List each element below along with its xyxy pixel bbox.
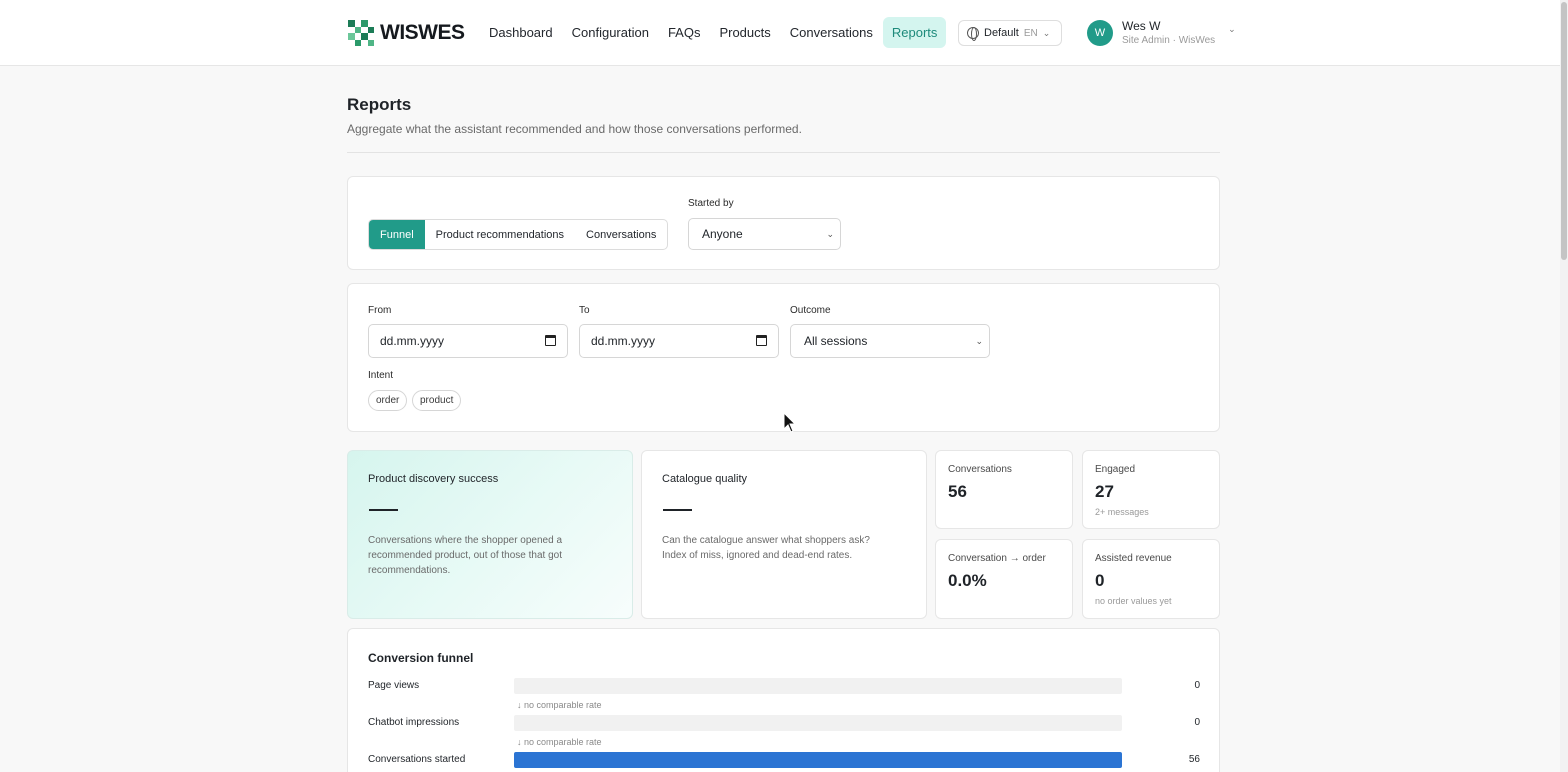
language-code: EN xyxy=(1023,27,1038,39)
kpi-discovery-value xyxy=(369,509,398,511)
language-selector[interactable]: Default EN ⌄ xyxy=(958,20,1062,46)
main-nav: Dashboard Configuration FAQs Products Co… xyxy=(480,17,947,48)
funnel-row-label: Page views xyxy=(368,680,420,691)
outcome-select[interactable]: All sessions ⌄ xyxy=(790,324,990,358)
scrollbar-thumb[interactable] xyxy=(1561,2,1567,260)
language-label: Default xyxy=(984,27,1019,39)
user-menu[interactable]: W Wes W Site Admin · WisWes ⌄ xyxy=(1087,19,1236,46)
divider xyxy=(347,152,1220,153)
tab-product-recommendations[interactable]: Product recommendations xyxy=(425,220,575,249)
kpi-catalogue-card: Catalogue quality Can the catalogue answ… xyxy=(641,450,927,619)
stat-label: Assisted revenue xyxy=(1095,553,1172,564)
kpi-discovery-description: Conversations where the shopper opened a… xyxy=(368,535,563,576)
chevron-down-icon: ⌄ xyxy=(975,336,983,346)
from-date-placeholder: dd.mm.yyyy xyxy=(380,334,445,348)
kpi-discovery-title: Product discovery success xyxy=(368,473,499,485)
stat-value: 0.0% xyxy=(948,571,987,590)
report-type-tabs: Funnel Product recommendations Conversat… xyxy=(368,219,669,250)
funnel-bar-track xyxy=(514,678,1122,694)
started-by-select[interactable]: Anyone ⌄ xyxy=(688,218,841,250)
logo-mark-icon xyxy=(348,20,374,46)
calendar-icon[interactable] xyxy=(545,335,556,346)
to-label: To xyxy=(579,305,590,316)
nav-dashboard[interactable]: Dashboard xyxy=(480,17,562,48)
kpi-catalogue-description: Can the catalogue answer what shoppers a… xyxy=(662,535,870,561)
avatar: W xyxy=(1087,19,1113,46)
stat-conversation-order-card: Conversation → order 0.0% xyxy=(935,539,1073,619)
tab-conversations[interactable]: Conversations xyxy=(575,220,667,249)
stat-label: Conversation → order xyxy=(948,553,1046,564)
funnel-row-count: 0 xyxy=(1194,680,1200,691)
brand-name: WISWES xyxy=(380,21,465,44)
scrollbar[interactable] xyxy=(1560,0,1568,772)
nav-faqs[interactable]: FAQs xyxy=(659,17,710,48)
stat-conversations-card: Conversations 56 xyxy=(935,450,1073,529)
mouse-cursor-icon xyxy=(783,412,797,433)
nav-conversations[interactable]: Conversations xyxy=(781,17,882,48)
nav-products[interactable]: Products xyxy=(710,17,779,48)
started-by-value: Anyone xyxy=(702,227,743,241)
conversion-funnel-card: Conversion funnel Page views 0 ↓ no comp… xyxy=(347,628,1220,772)
to-date-placeholder: dd.mm.yyyy xyxy=(591,334,656,348)
chevron-down-icon: ⌄ xyxy=(1042,27,1051,38)
calendar-icon[interactable] xyxy=(756,335,767,346)
funnel-rate: ↓ no comparable rate xyxy=(517,700,602,710)
tab-funnel[interactable]: Funnel xyxy=(369,220,425,249)
started-by-label: Started by xyxy=(688,198,734,209)
funnel-title: Conversion funnel xyxy=(368,651,474,665)
stat-label: Engaged xyxy=(1095,464,1136,475)
top-navigation-bar: WISWES Dashboard Configuration FAQs Prod… xyxy=(0,0,1560,66)
filters-card: From dd.mm.yyyy To dd.mm.yyyy Outcome Al… xyxy=(347,283,1220,432)
funnel-rate: ↓ no comparable rate xyxy=(517,737,602,747)
outcome-label: Outcome xyxy=(790,305,831,316)
stat-label: Conversations xyxy=(948,464,1012,475)
funnel-bar xyxy=(514,752,1122,768)
outcome-value: All sessions xyxy=(804,334,868,348)
user-role: Site Admin · WisWes xyxy=(1122,35,1216,46)
chevron-down-icon: ⌄ xyxy=(826,229,834,239)
intent-label: Intent xyxy=(368,370,394,381)
nav-reports[interactable]: Reports xyxy=(882,17,947,48)
to-date-input[interactable]: dd.mm.yyyy xyxy=(579,324,779,358)
globe-icon xyxy=(967,27,979,41)
user-name: Wes W xyxy=(1122,19,1161,33)
funnel-row-count: 0 xyxy=(1194,717,1200,728)
stat-value: 0 xyxy=(1095,571,1105,590)
intent-chip-order[interactable]: order xyxy=(368,390,408,411)
stat-value: 56 xyxy=(948,482,967,501)
page-subtitle: Aggregate what the assistant recommended… xyxy=(347,122,802,136)
funnel-row-count: 56 xyxy=(1188,754,1200,765)
stat-revenue-card: Assisted revenue 0 no order values yet xyxy=(1082,539,1220,619)
page-title: Reports xyxy=(347,95,412,114)
from-label: From xyxy=(368,305,392,316)
report-type-card: Funnel Product recommendations Conversat… xyxy=(347,176,1220,270)
kpi-catalogue-value xyxy=(663,509,692,511)
stat-engaged-card: Engaged 27 2+ messages xyxy=(1082,450,1220,529)
from-date-input[interactable]: dd.mm.yyyy xyxy=(368,324,568,358)
chevron-down-icon: ⌄ xyxy=(1228,24,1236,34)
kpi-catalogue-title: Catalogue quality xyxy=(662,473,748,485)
funnel-row-label: Conversations started xyxy=(368,754,466,765)
stat-hint: no order values yet xyxy=(1095,596,1172,606)
kpi-discovery-card: Product discovery success Conversations … xyxy=(347,450,633,619)
nav-configuration[interactable]: Configuration xyxy=(563,17,658,48)
funnel-row-label: Chatbot impressions xyxy=(368,717,460,728)
stat-value: 27 xyxy=(1095,482,1114,501)
intent-chip-product[interactable]: product xyxy=(412,390,462,411)
funnel-bar-track xyxy=(514,715,1122,731)
stat-hint: 2+ messages xyxy=(1095,507,1149,517)
brand-logo[interactable]: WISWES xyxy=(348,20,465,46)
funnel-bar-track xyxy=(514,752,1122,768)
